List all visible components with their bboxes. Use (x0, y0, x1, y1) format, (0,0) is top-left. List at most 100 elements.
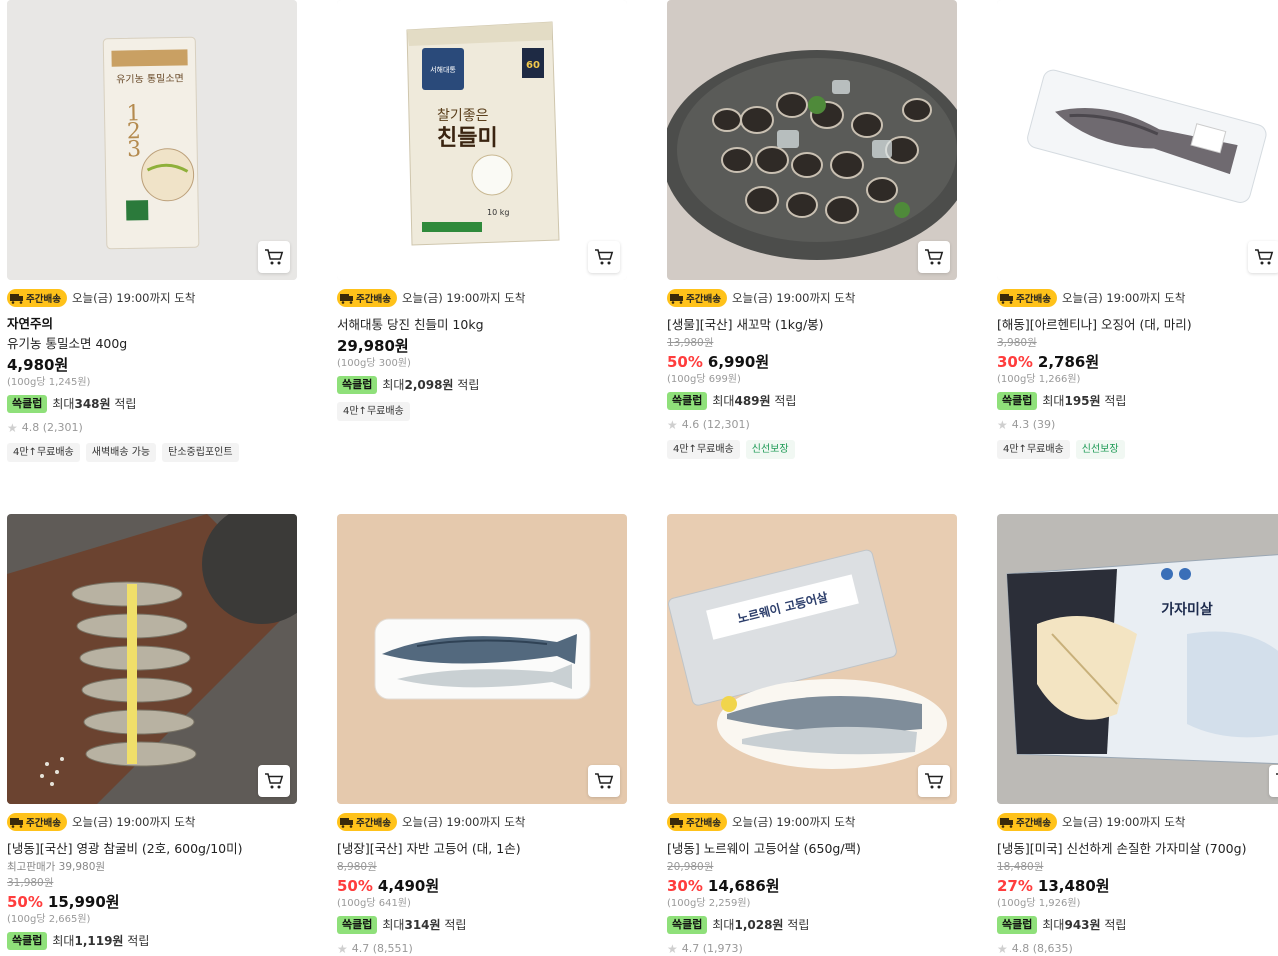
product-card[interactable]: 주간배송 오늘(금) 19:00까지 도착 [생물][국산] 새꼬막 (1kg/… (667, 0, 957, 459)
product-card[interactable]: 주간배송 오늘(금) 19:00까지 도착 [해동][아르헨티나] 오징어 (대… (997, 0, 1278, 459)
original-price: 13,980원 (667, 337, 714, 349)
add-to-cart-button[interactable] (918, 765, 950, 797)
max-sale-price: 최고판매가 39,980원 (7, 861, 106, 873)
cart-icon (265, 773, 284, 789)
delivery-info: 주간배송 오늘(금) 19:00까지 도착 (997, 289, 1278, 307)
rating: ★ 4.7 (8,551) (337, 942, 413, 956)
points-amount: 943원 (1064, 918, 1101, 932)
discount-rate: 50% (7, 893, 43, 911)
product-image[interactable] (667, 0, 957, 280)
rating: ★ 4.8 (8,635) (997, 942, 1073, 956)
original-price: 8,980원 (337, 861, 377, 873)
product-name[interactable]: [생물][국산] 새꼬막 (1kg/봉) (667, 316, 957, 334)
tag-carbon-point: 탄소중립포인트 (162, 443, 239, 462)
product-name[interactable]: 서해대통 당진 친들미 10kg (337, 316, 627, 334)
add-to-cart-button[interactable] (918, 241, 950, 273)
product-image[interactable] (997, 0, 1278, 280)
product-brand[interactable]: 자연주의 (7, 316, 297, 332)
delivery-info: 주간배송 오늘(금) 19:00까지 도착 (7, 813, 297, 831)
weekly-delivery-badge: 주간배송 (337, 289, 397, 307)
tag-free-shipping: 4만↑무료배송 (997, 440, 1070, 459)
delivery-info: 주간배송 오늘(금) 19:00까지 도착 (337, 289, 627, 307)
star-icon: ★ (997, 942, 1008, 956)
add-to-cart-button[interactable] (258, 765, 290, 797)
original-price: 18,480원 (997, 861, 1044, 873)
product-name[interactable]: [냉장][국산] 자반 고등어 (대, 1손) (337, 840, 627, 858)
points-info: 쓱클럽 최대 2,098원 적립 (337, 376, 627, 394)
product-image[interactable]: 유기농 통밀소면 1 2 3 (7, 0, 297, 280)
product-name[interactable]: [냉동][국산] 영광 참굴비 (2호, 600g/10미) (7, 840, 297, 858)
add-to-cart-button[interactable] (588, 765, 620, 797)
product-card[interactable]: 유기농 통밀소면 1 2 3 주간배송 오늘(금) 19:00까지 도착 자연주… (7, 0, 297, 462)
cart-icon (595, 773, 614, 789)
truck-icon (1000, 817, 1013, 828)
delivery-text: 오늘(금) 19:00까지 도착 (1061, 815, 1186, 829)
product-card[interactable]: 주간배송 오늘(금) 19:00까지 도착 [냉장][국산] 자반 고등어 (대… (337, 514, 627, 956)
product-image[interactable] (7, 514, 297, 804)
points-info: 쓱클럽 최대 489원 적립 (667, 392, 957, 410)
sale-price: 14,686원 (707, 877, 780, 895)
product-name[interactable]: [해동][아르헨티나] 오징어 (대, 마리) (997, 316, 1278, 334)
svg-text:3: 3 (127, 137, 141, 162)
original-price: 20,980원 (667, 861, 714, 873)
delivery-info: 주간배송 오늘(금) 19:00까지 도착 (667, 289, 957, 307)
truck-icon (340, 293, 353, 304)
noodle-pack-text: 유기농 통밀소면 (116, 72, 184, 85)
points-info: 쓱클럽 최대 195원 적립 (997, 392, 1278, 410)
cart-icon (925, 249, 944, 265)
points-amount: 348원 (74, 397, 111, 411)
ssg-club-badge: 쓱클럽 (7, 395, 48, 413)
truck-icon (10, 293, 23, 304)
product-name[interactable]: [냉동] 노르웨이 고등어살 (650g/팩) (667, 840, 957, 858)
tag-free-shipping: 4만↑무료배송 (337, 402, 410, 421)
product-card[interactable]: 노르웨이 고등어살 주간배송 오늘(금) 19:00까지 도착 [냉동] 노르웨… (667, 514, 957, 956)
unit-price: (100g당 300원) (337, 358, 411, 369)
product-name[interactable]: [냉동][미국] 신선하게 손질한 가자미살 (700g) (997, 840, 1278, 858)
product-card[interactable]: 주간배송 오늘(금) 19:00까지 도착 [냉동][국산] 영광 참굴비 (2… (7, 514, 297, 950)
discount-rate: 30% (667, 877, 703, 895)
star-icon: ★ (7, 421, 18, 435)
cockles-image (667, 0, 957, 280)
sale-price: 4,490원 (377, 877, 440, 895)
add-to-cart-button[interactable] (588, 241, 620, 273)
yellow-croaker-image (7, 514, 297, 804)
points-info: 쓱클럽 최대 314원 적립 (337, 916, 627, 934)
points-info: 쓱클럽 최대 1,028원 적립 (667, 916, 957, 934)
add-to-cart-button[interactable] (258, 241, 290, 273)
rice-tag-text: 60 (526, 60, 540, 71)
product-card[interactable]: 가자미살 주간배송 오늘(금) 19:00까지 도착 [냉동][미국] 신선하게… (997, 514, 1278, 956)
weekly-delivery-badge: 주간배송 (7, 289, 67, 307)
weekly-delivery-badge: 주간배송 (997, 813, 1057, 831)
tag-dawn-delivery: 새벽배송 가능 (85, 443, 157, 462)
star-icon: ★ (667, 942, 678, 956)
product-image[interactable] (337, 514, 627, 804)
product-image[interactable]: 서해대통 60 찰기좋은 친들미 10 kg (337, 0, 627, 280)
noodle-package-image: 유기농 통밀소면 1 2 3 (7, 0, 297, 280)
add-to-cart-button[interactable] (1248, 241, 1278, 273)
product-card[interactable]: 서해대통 60 찰기좋은 친들미 10 kg 주간배송 오늘(금) 19:00까… (337, 0, 627, 421)
badge-label: 주간배송 (686, 818, 721, 829)
badge-label: 주간배송 (356, 818, 391, 829)
rating: ★ 4.8 (2,301) (7, 421, 83, 435)
product-image[interactable]: 노르웨이 고등어살 (667, 514, 957, 804)
ssg-club-badge: 쓱클럽 (997, 916, 1038, 934)
weekly-delivery-badge: 주간배송 (7, 813, 67, 831)
product-name[interactable]: 유기농 통밀소면 400g (7, 335, 297, 353)
price: 29,980원 (337, 336, 627, 356)
star-icon: ★ (667, 418, 678, 432)
tag-fresh-guarantee: 신선보장 (1075, 440, 1125, 459)
product-image[interactable]: 가자미살 (997, 514, 1278, 804)
delivery-text: 오늘(금) 19:00까지 도착 (731, 815, 856, 829)
price: 30% 2,786원 (997, 352, 1278, 372)
add-to-cart-button[interactable] (1269, 765, 1278, 797)
tag-list: 4만↑무료배송 (337, 402, 627, 421)
rice-brand-text: 서해대통 (430, 65, 456, 74)
weekly-delivery-badge: 주간배송 (337, 813, 397, 831)
ssg-club-badge: 쓱클럽 (7, 932, 48, 950)
original-price: 31,980원 (7, 877, 54, 889)
price: 27% 13,480원 (997, 876, 1278, 896)
mackerel-image (337, 514, 627, 804)
delivery-info: 주간배송 오늘(금) 19:00까지 도착 (667, 813, 957, 831)
flounder-pack-text: 가자미살 (1161, 601, 1213, 618)
delivery-text: 오늘(금) 19:00까지 도착 (1061, 291, 1186, 305)
